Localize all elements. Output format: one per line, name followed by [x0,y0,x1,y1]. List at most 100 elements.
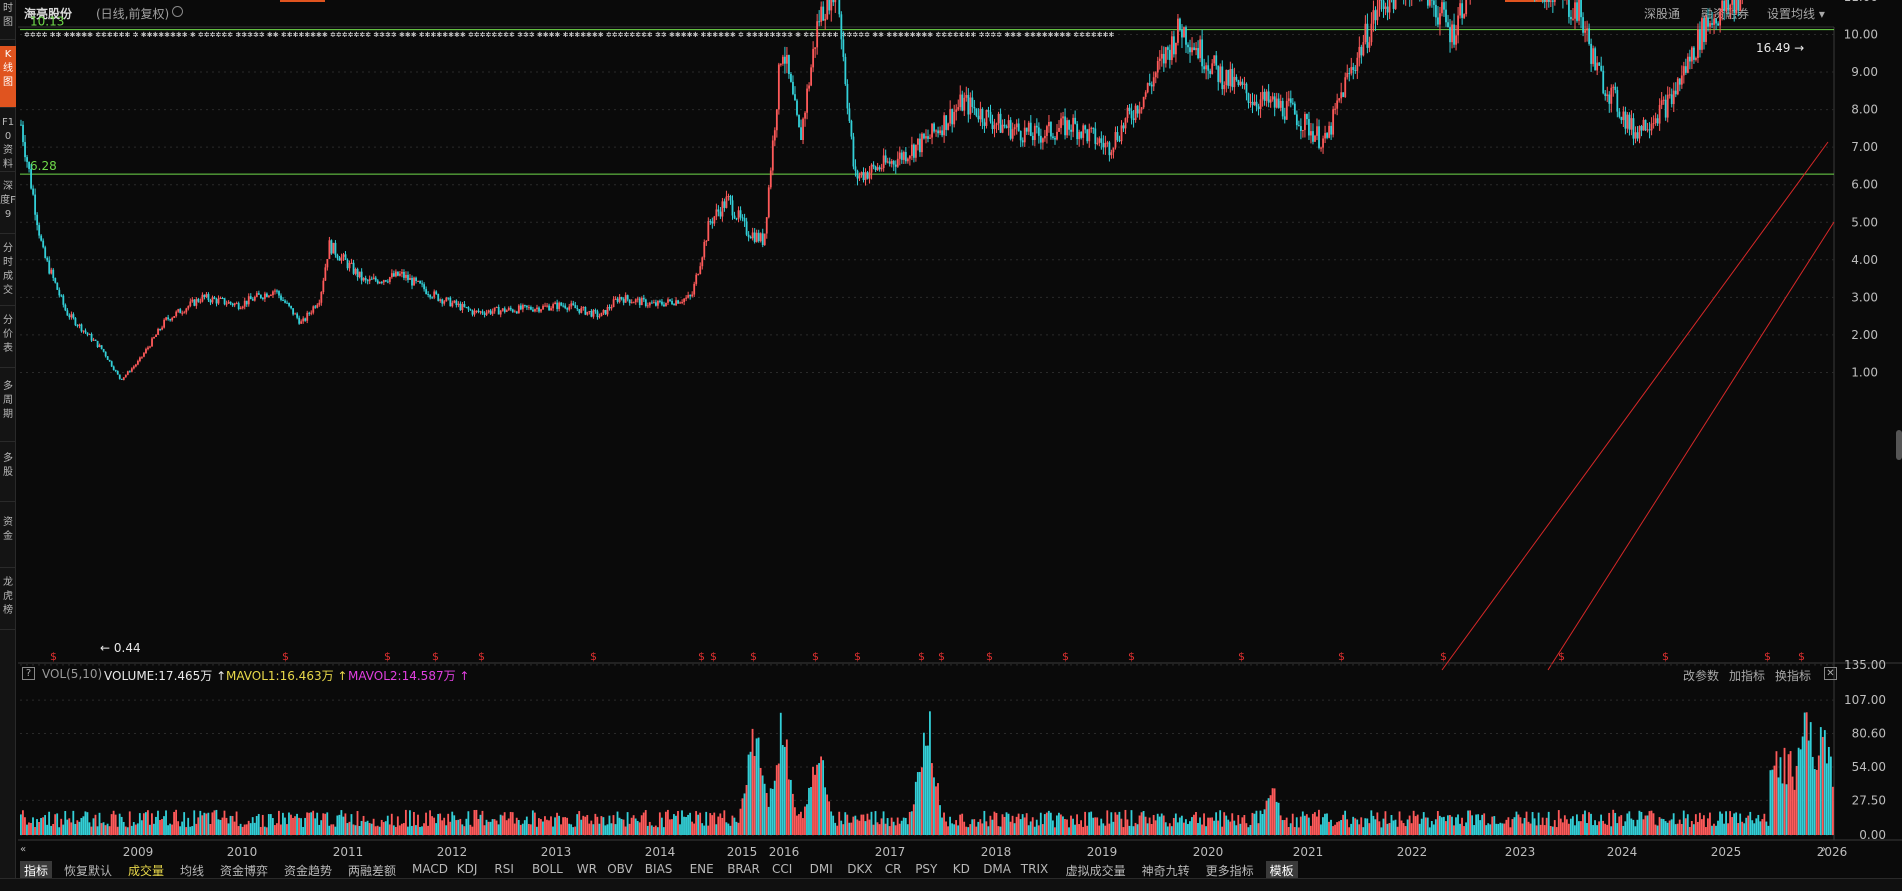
volume-bar [1388,823,1391,835]
candle-body [995,123,998,126]
scroll-right-icon[interactable]: » [1820,844,1832,856]
candle-body [884,155,887,163]
volume-bar [1384,811,1387,835]
sidebar-item-3[interactable]: 深度F9 [0,178,16,234]
volume-bar [1396,826,1399,835]
indicator-tab-15[interactable]: BRAR [723,861,764,877]
indicator-tab-10[interactable]: BOLL [528,861,567,877]
indicator-tab-12[interactable]: OBV [603,861,637,877]
candle-body [757,232,760,242]
candle-body [1092,127,1095,129]
candle-body [106,356,109,360]
candle-body [328,240,331,260]
volume-bar [1253,813,1256,835]
sidebar-item-6[interactable]: 多周期 [0,378,16,442]
candle-body [1046,126,1048,136]
indicator-tab-13[interactable]: BIAS [641,861,677,877]
volume-bar [441,820,444,835]
candle-body [1291,102,1294,104]
candle-body [695,274,698,284]
volume-bar [1829,756,1832,835]
volume-bar [1193,814,1195,835]
indicator-tab-17[interactable]: DMI [806,861,837,877]
indicator-tab-20[interactable]: PSY [911,861,941,877]
indicator-tab-23[interactable]: TRIX [1017,861,1052,877]
volume-bar [1013,823,1016,835]
sidebar-item-4[interactable]: 分时成交 [0,240,16,306]
sidebar-item-0[interactable]: 时图 [0,0,16,40]
volume-bar [219,819,222,835]
volume-bar [245,824,248,835]
indicator-tab-22[interactable]: DMA [979,861,1015,877]
candle-body [465,306,468,308]
candle-body [989,111,992,122]
candle-body [304,318,307,321]
volume-bar [288,812,290,835]
volume-bar [1271,788,1274,835]
indicator-tab-9[interactable]: RSI [490,861,518,877]
volume-bar [1287,827,1290,835]
panel-resize-handle[interactable] [1896,430,1902,460]
candle-body [1727,0,1730,11]
indicator-tab-16[interactable]: CCI [768,861,796,877]
indicator-tab-11[interactable]: WR [573,861,601,877]
switch-indicator-button[interactable]: 换指标 [1775,667,1811,684]
sidebar-item-9[interactable]: 龙虎榜 [0,574,16,630]
candle-body [344,254,347,260]
candle-body [729,195,732,201]
volume-bar [1301,811,1304,835]
indicator-tab-19[interactable]: CR [881,861,906,877]
indicator-tab-18[interactable]: DKX [843,861,876,877]
candle-body [443,301,446,304]
kline-chart[interactable]: ✱✱✱✱ ✱✱ ✱✱✱✱✱ ✱✱✱✱✱✱ ✱ ✱✱✱✱✱✱✱✱ ✱ ✱✱✱✱✱✱… [18,0,1902,860]
volume-bar [1297,827,1300,835]
candle-body [340,256,343,261]
candle-body [878,167,881,170]
volume-bar [1090,811,1093,835]
volume-bar [943,812,945,835]
candle-body [586,311,589,315]
candle-body [251,299,254,301]
volume-bar [1771,769,1774,835]
volume-bar [1191,817,1193,835]
candle-body [955,109,958,112]
indicator-tab-7[interactable]: MACD [408,861,452,877]
candle-body [1128,107,1131,111]
sidebar-item-5[interactable]: 分价表 [0,312,16,368]
close-icon[interactable]: ✕ [1824,667,1837,680]
volume-bar [1664,821,1667,835]
indicator-tab-21[interactable]: KD [949,861,974,877]
candle-body [108,359,111,362]
candle-body [425,289,428,295]
volume-bar [552,826,554,835]
candle-body [945,115,948,130]
sidebar-item-2[interactable]: F10资料 [0,114,16,172]
change-params-button[interactable]: 改参数 [1683,667,1719,684]
volume-bar [713,812,716,835]
indicator-tab-14[interactable]: ENE [686,861,718,877]
candle-body [1348,73,1351,75]
sidebar-item-8[interactable]: 资金 [0,514,16,568]
volume-bar [1436,811,1439,835]
candle-body [1211,63,1214,74]
volume-bar [1074,824,1076,835]
indicator-tab-8[interactable]: KDJ [453,861,482,877]
sidebar-item-7[interactable]: 多股 [0,450,16,502]
volume-bar [1682,810,1685,835]
volume-bar [1539,824,1542,835]
volume-tick-label: 27.50 [1852,793,1886,807]
candle-body [114,370,117,372]
help-icon[interactable]: ? [22,667,35,680]
candle-body [606,307,609,315]
candle-body [229,301,232,304]
volume-bar [155,816,157,835]
sidebar-item-1[interactable]: K线图 [0,46,16,108]
add-indicator-button[interactable]: 加指标 [1729,667,1765,684]
candle-body [1729,4,1732,11]
volume-bar [88,822,91,835]
volume-bar [892,821,895,835]
candle-body [235,303,238,305]
candle-body [1281,100,1284,117]
scroll-left-icon[interactable]: « [20,844,32,856]
volume-bar [132,822,135,835]
